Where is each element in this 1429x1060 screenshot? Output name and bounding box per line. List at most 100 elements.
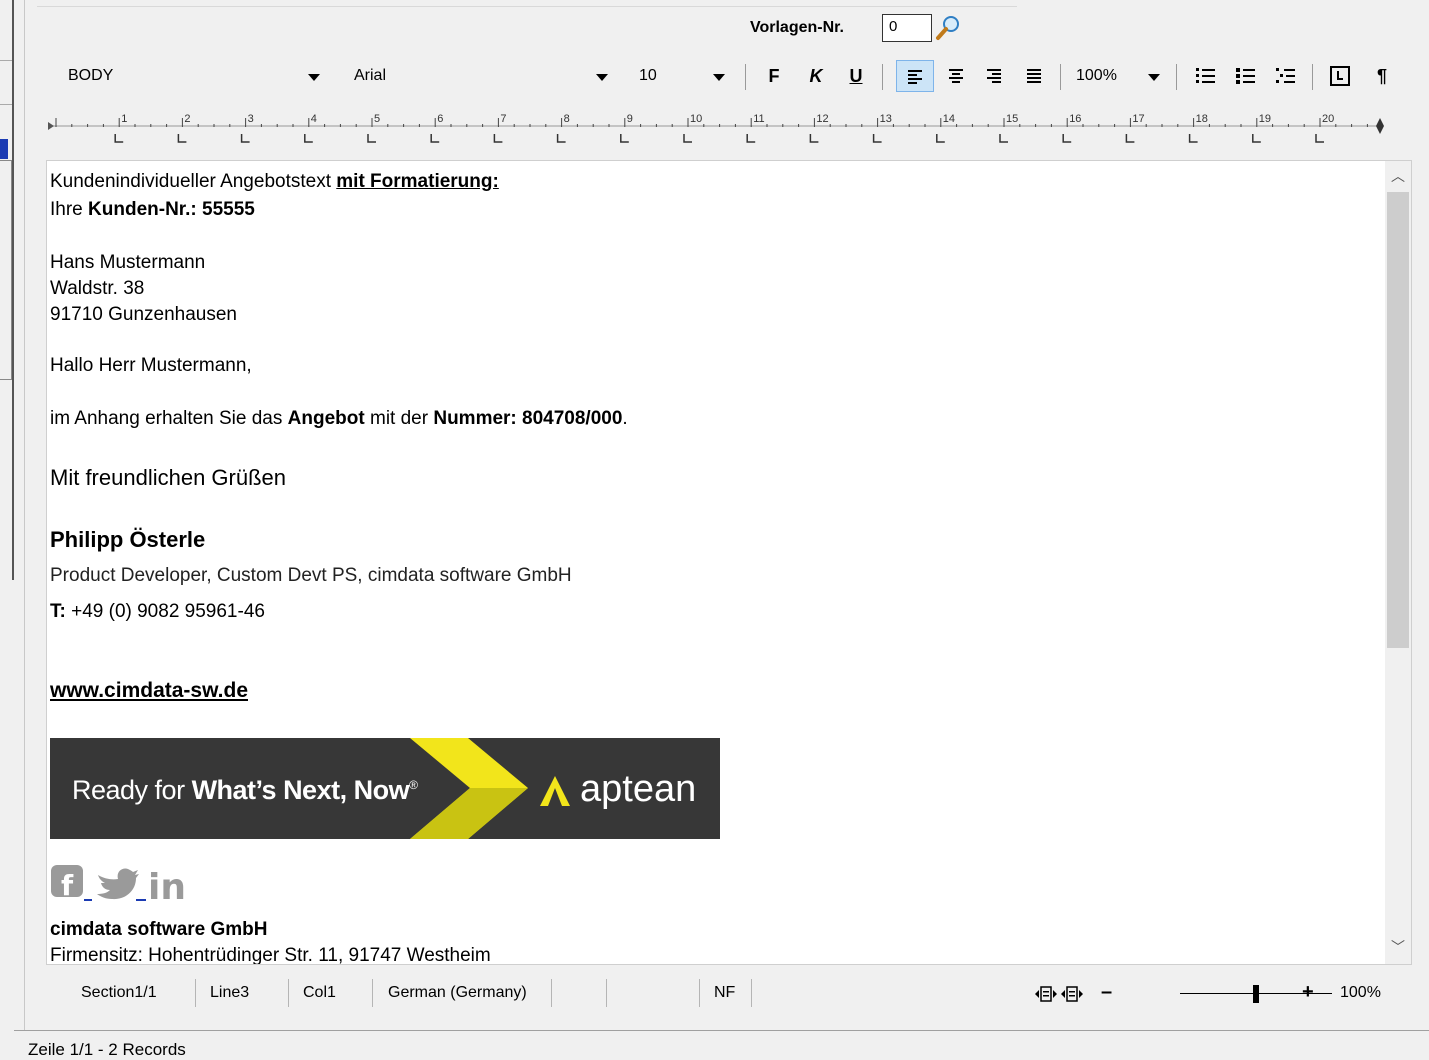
tab-stop-marker[interactable] bbox=[367, 134, 376, 143]
zoom-in-button[interactable]: + bbox=[1302, 981, 1314, 1004]
tab-stop-marker[interactable] bbox=[114, 134, 124, 143]
style-select-value: BODY bbox=[68, 67, 114, 84]
tab-stop-icon bbox=[1330, 66, 1350, 86]
company-address: Firmensitz: Hohentrüdinger Str. 11, 9174… bbox=[50, 945, 491, 965]
left-panel-list bbox=[0, 160, 12, 380]
body-text-offer: Angebot bbox=[287, 408, 365, 429]
closing: Mit freundlichen Grüßen bbox=[50, 465, 286, 490]
svg-text:f: f bbox=[61, 869, 74, 902]
zoom-out-button[interactable]: – bbox=[1101, 981, 1112, 1004]
ruler-number: 1 bbox=[121, 113, 127, 125]
banner-tagline-b: What’s Next, Now bbox=[191, 775, 410, 805]
scroll-thumb[interactable] bbox=[1387, 192, 1409, 648]
tab-stop-marker[interactable] bbox=[430, 134, 440, 143]
ruler-number: 13 bbox=[880, 113, 892, 125]
tab-stop-marker[interactable] bbox=[683, 134, 692, 143]
status-col: Col1 bbox=[303, 984, 336, 1001]
ruler-number: 12 bbox=[816, 113, 828, 125]
tab-stop-marker[interactable] bbox=[177, 134, 187, 143]
tab-stop-marker[interactable] bbox=[556, 134, 566, 143]
ruler-number: 18 bbox=[1196, 113, 1208, 125]
tab-stop-marker[interactable] bbox=[872, 134, 882, 143]
scroll-down-icon[interactable]: ﹀ bbox=[1385, 934, 1411, 960]
tab-stop-button[interactable] bbox=[1326, 62, 1354, 90]
document-editor[interactable]: Kundenindividueller Angebotstext mit For… bbox=[46, 160, 1412, 965]
vorlagen-input[interactable]: 0 bbox=[882, 14, 932, 42]
vertical-scrollbar[interactable]: ︿ ﹀ bbox=[1385, 161, 1411, 964]
scroll-up-icon[interactable]: ︿ bbox=[1385, 163, 1411, 189]
tab-stop-marker[interactable] bbox=[809, 134, 819, 143]
left-indent-marker[interactable] bbox=[48, 122, 54, 130]
ruler[interactable]: 1 2 3 4 5 6 7 8 9 10 11 12 13 14 15 16 17 18 19 20 bbox=[46, 112, 1386, 148]
social-icons: f in bbox=[50, 861, 200, 908]
bold-button[interactable]: F bbox=[760, 62, 788, 90]
ruler-number: 9 bbox=[627, 113, 633, 125]
tab-stop-marker[interactable] bbox=[936, 134, 945, 143]
phone-label: T: bbox=[50, 601, 66, 622]
company-name: cimdata software GmbH bbox=[50, 919, 268, 940]
body-text-part: mit der bbox=[364, 408, 434, 429]
splitter[interactable] bbox=[24, 0, 25, 1030]
tab-stop-marker[interactable] bbox=[746, 134, 756, 143]
footer-rule bbox=[14, 1030, 1429, 1031]
status-separator bbox=[551, 979, 552, 1007]
website-link[interactable]: www.cimdata-sw.de bbox=[50, 677, 248, 704]
align-left-button[interactable] bbox=[896, 60, 934, 92]
align-left-icon bbox=[908, 70, 922, 84]
ruler-number: 15 bbox=[1006, 113, 1018, 125]
tab-stop-marker[interactable] bbox=[493, 134, 503, 143]
link-underline bbox=[84, 899, 92, 901]
view-mode-icon[interactable] bbox=[1034, 984, 1084, 1004]
top-rule bbox=[37, 6, 1017, 7]
tab-stop-marker[interactable] bbox=[999, 134, 1008, 143]
intro-emphasis: mit Formatierung: bbox=[336, 171, 499, 192]
align-center-button[interactable] bbox=[942, 62, 970, 90]
style-select[interactable]: BODY bbox=[46, 62, 328, 92]
tab-stop-marker[interactable] bbox=[620, 134, 629, 143]
zoom-select-value: 100% bbox=[1076, 67, 1117, 84]
magnifier-icon[interactable] bbox=[934, 14, 962, 42]
italic-button[interactable]: K bbox=[802, 62, 830, 90]
left-panel-edge bbox=[0, 0, 14, 580]
banner-registered: ® bbox=[409, 778, 418, 792]
pilcrow-icon[interactable]: ¶ bbox=[1368, 62, 1396, 90]
bullet-list-button[interactable] bbox=[1232, 62, 1260, 90]
tab-stop-marker[interactable] bbox=[1062, 134, 1072, 143]
status-nf: NF bbox=[714, 984, 736, 1001]
link-underline bbox=[136, 899, 146, 901]
body-text-part: im Anhang erhalten Sie das bbox=[50, 408, 288, 429]
numbered-list-button[interactable] bbox=[1192, 62, 1220, 90]
ruler-number: 6 bbox=[437, 113, 443, 125]
dropdown-arrow-icon bbox=[308, 74, 320, 81]
tab-stop-marker[interactable] bbox=[1315, 134, 1324, 143]
facebook-icon[interactable]: f bbox=[51, 865, 83, 902]
justify-button[interactable] bbox=[1020, 62, 1048, 90]
size-select[interactable]: 10 bbox=[621, 62, 733, 92]
ruler-number: 11 bbox=[753, 113, 764, 125]
status-language[interactable]: German (Germany) bbox=[388, 984, 527, 1002]
tab-stop-marker[interactable] bbox=[240, 134, 250, 143]
signature-phone: T: +49 (0) 9082 95961-46 bbox=[50, 598, 265, 625]
linkedin-icon[interactable]: in bbox=[148, 867, 186, 908]
right-indent-marker[interactable] bbox=[1376, 118, 1384, 134]
ruler-number: 16 bbox=[1069, 113, 1081, 125]
tab-stop-marker[interactable] bbox=[1125, 134, 1135, 143]
underline-button[interactable]: U bbox=[842, 62, 870, 90]
ruler-number: 8 bbox=[564, 113, 570, 125]
font-select-value: Arial bbox=[354, 67, 387, 84]
zoom-slider-thumb[interactable] bbox=[1253, 985, 1259, 1003]
outline-list-button[interactable] bbox=[1272, 62, 1300, 90]
tab-stop-marker[interactable] bbox=[1188, 134, 1198, 143]
font-select[interactable]: Arial bbox=[336, 62, 616, 92]
address-street: Waldstr. 38 bbox=[50, 278, 145, 299]
twitter-icon[interactable] bbox=[97, 868, 139, 900]
tab-stop-marker[interactable] bbox=[304, 134, 313, 143]
bullet-list-icon bbox=[1236, 68, 1255, 84]
align-right-button[interactable] bbox=[980, 62, 1008, 90]
aptean-banner[interactable]: Ready for What’s Next, Now® aptean bbox=[50, 738, 720, 839]
body-text: im Anhang erhalten Sie das Angebot mit d… bbox=[50, 405, 628, 432]
banner-brand: aptean bbox=[580, 768, 697, 810]
zoom-select[interactable]: 100% bbox=[1068, 62, 1168, 92]
tab-stop-marker[interactable] bbox=[1252, 134, 1261, 143]
address-name: Hans Mustermann bbox=[50, 252, 206, 273]
